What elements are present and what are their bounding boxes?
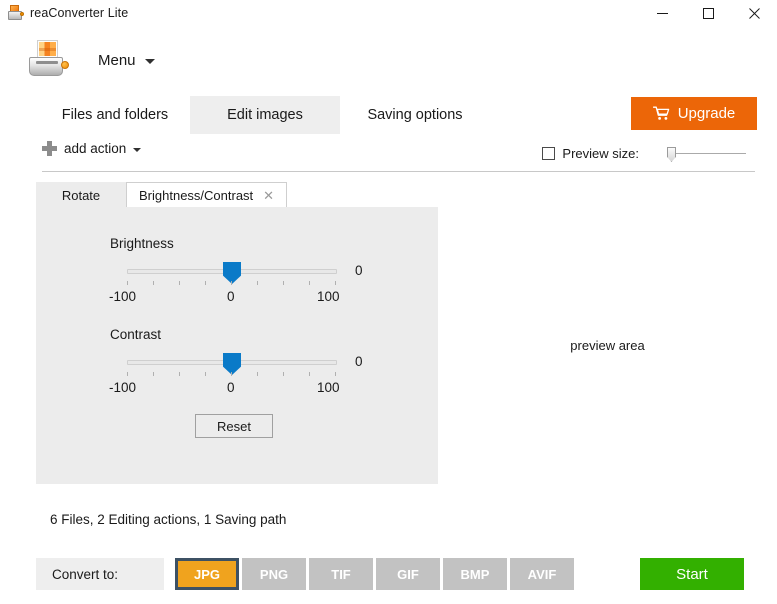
application-window: reaConverter Lite Menu Files and folders… [0, 0, 777, 604]
contrast-min-label: -100 [109, 380, 137, 395]
close-icon[interactable]: ✕ [261, 189, 276, 202]
sub-tab-rotate-label: Rotate [61, 187, 101, 203]
preview-size-slider[interactable] [667, 144, 747, 162]
add-action-label: add action [64, 141, 127, 156]
format-button-tif-label: TIF [331, 566, 351, 582]
preview-size-label: Preview size: [562, 145, 639, 161]
chevron-down-icon [133, 147, 142, 152]
minimize-button[interactable] [639, 0, 685, 26]
brightness-mid-label: 0 [227, 289, 235, 304]
shopping-cart-icon [652, 106, 669, 120]
summary-status: 6 Files, 2 Editing actions, 1 Saving pat… [50, 512, 287, 527]
tab-saving-options-label: Saving options [367, 107, 463, 123]
sub-tab-brightness-contrast[interactable]: Brightness/Contrast ✕ [126, 182, 287, 208]
reset-button[interactable]: Reset [195, 414, 273, 438]
window-title: reaConverter Lite [30, 6, 129, 20]
format-button-gif[interactable]: GIF [376, 558, 440, 590]
preview-area[interactable]: preview area [438, 207, 777, 484]
chevron-down-icon [144, 58, 155, 64]
edit-sub-tab-bar: Rotate Brightness/Contrast ✕ [36, 182, 438, 208]
format-button-png-label: PNG [259, 566, 289, 582]
format-button-jpg[interactable]: JPG [175, 558, 239, 590]
tab-files-and-folders[interactable]: Files and folders [40, 96, 190, 134]
brightness-label: Brightness [110, 236, 174, 251]
preview-size-slider-thumb[interactable] [667, 147, 676, 162]
add-action-button[interactable]: add action [42, 141, 142, 156]
upgrade-button-label: Upgrade [677, 105, 736, 122]
start-button-label: Start [676, 565, 708, 583]
brightness-value: 0 [355, 263, 363, 278]
convert-to-label: Convert to: [36, 558, 164, 590]
edit-panel: Brightness -100 0 100 0 Contrast -100 0 … [36, 207, 438, 484]
format-button-jpg-label: JPG [193, 566, 220, 582]
sub-tab-brightness-contrast-label: Brightness/Contrast [139, 188, 254, 203]
format-button-bmp-label: BMP [460, 566, 490, 582]
contrast-label: Contrast [110, 327, 162, 342]
format-button-avif-label: AVIF [527, 566, 557, 582]
tab-saving-options[interactable]: Saving options [340, 96, 490, 134]
action-row: add action Preview size: [0, 138, 777, 170]
menu-button-label: Menu [98, 51, 136, 69]
close-button[interactable] [731, 0, 777, 26]
format-button-tif[interactable]: TIF [309, 558, 373, 590]
brightness-min-label: -100 [109, 289, 137, 304]
window-controls [639, 0, 777, 26]
contrast-slider[interactable]: -100 0 100 0 [109, 353, 407, 402]
brightness-slider[interactable]: -100 0 100 0 [109, 262, 407, 311]
format-button-avif[interactable]: AVIF [510, 558, 574, 590]
brightness-slider-ticks [127, 281, 337, 287]
reset-button-label: Reset [217, 418, 251, 434]
tab-files-and-folders-label: Files and folders [61, 107, 169, 123]
start-button[interactable]: Start [640, 558, 744, 590]
header-divider [42, 171, 755, 172]
format-button-gif-label: GIF [397, 566, 419, 582]
contrast-mid-label: 0 [227, 380, 235, 395]
contrast-slider-ticks [127, 372, 337, 378]
tab-edit-images-label: Edit images [227, 107, 303, 123]
convert-to-text: Convert to: [52, 566, 119, 582]
format-button-png[interactable]: PNG [242, 558, 306, 590]
app-header: Menu [0, 26, 777, 94]
tab-edit-images[interactable]: Edit images [190, 96, 340, 134]
window-app-icon [7, 5, 24, 21]
preview-size-checkbox[interactable] [542, 146, 556, 160]
contrast-value: 0 [355, 354, 363, 369]
format-button-bmp[interactable]: BMP [443, 558, 507, 590]
preview-size-group: Preview size: [542, 144, 747, 162]
brightness-max-label: 100 [317, 289, 340, 304]
sub-tab-rotate[interactable]: Rotate [36, 182, 126, 208]
preview-area-placeholder: preview area [570, 338, 645, 353]
plus-icon [42, 141, 57, 156]
app-printer-icon [28, 40, 70, 80]
contrast-max-label: 100 [317, 380, 340, 395]
upgrade-button[interactable]: Upgrade [631, 97, 757, 130]
title-bar: reaConverter Lite [0, 0, 777, 26]
menu-button[interactable]: Menu [92, 48, 161, 73]
maximize-button[interactable] [685, 0, 731, 26]
preview-size-slider-track [674, 153, 746, 154]
